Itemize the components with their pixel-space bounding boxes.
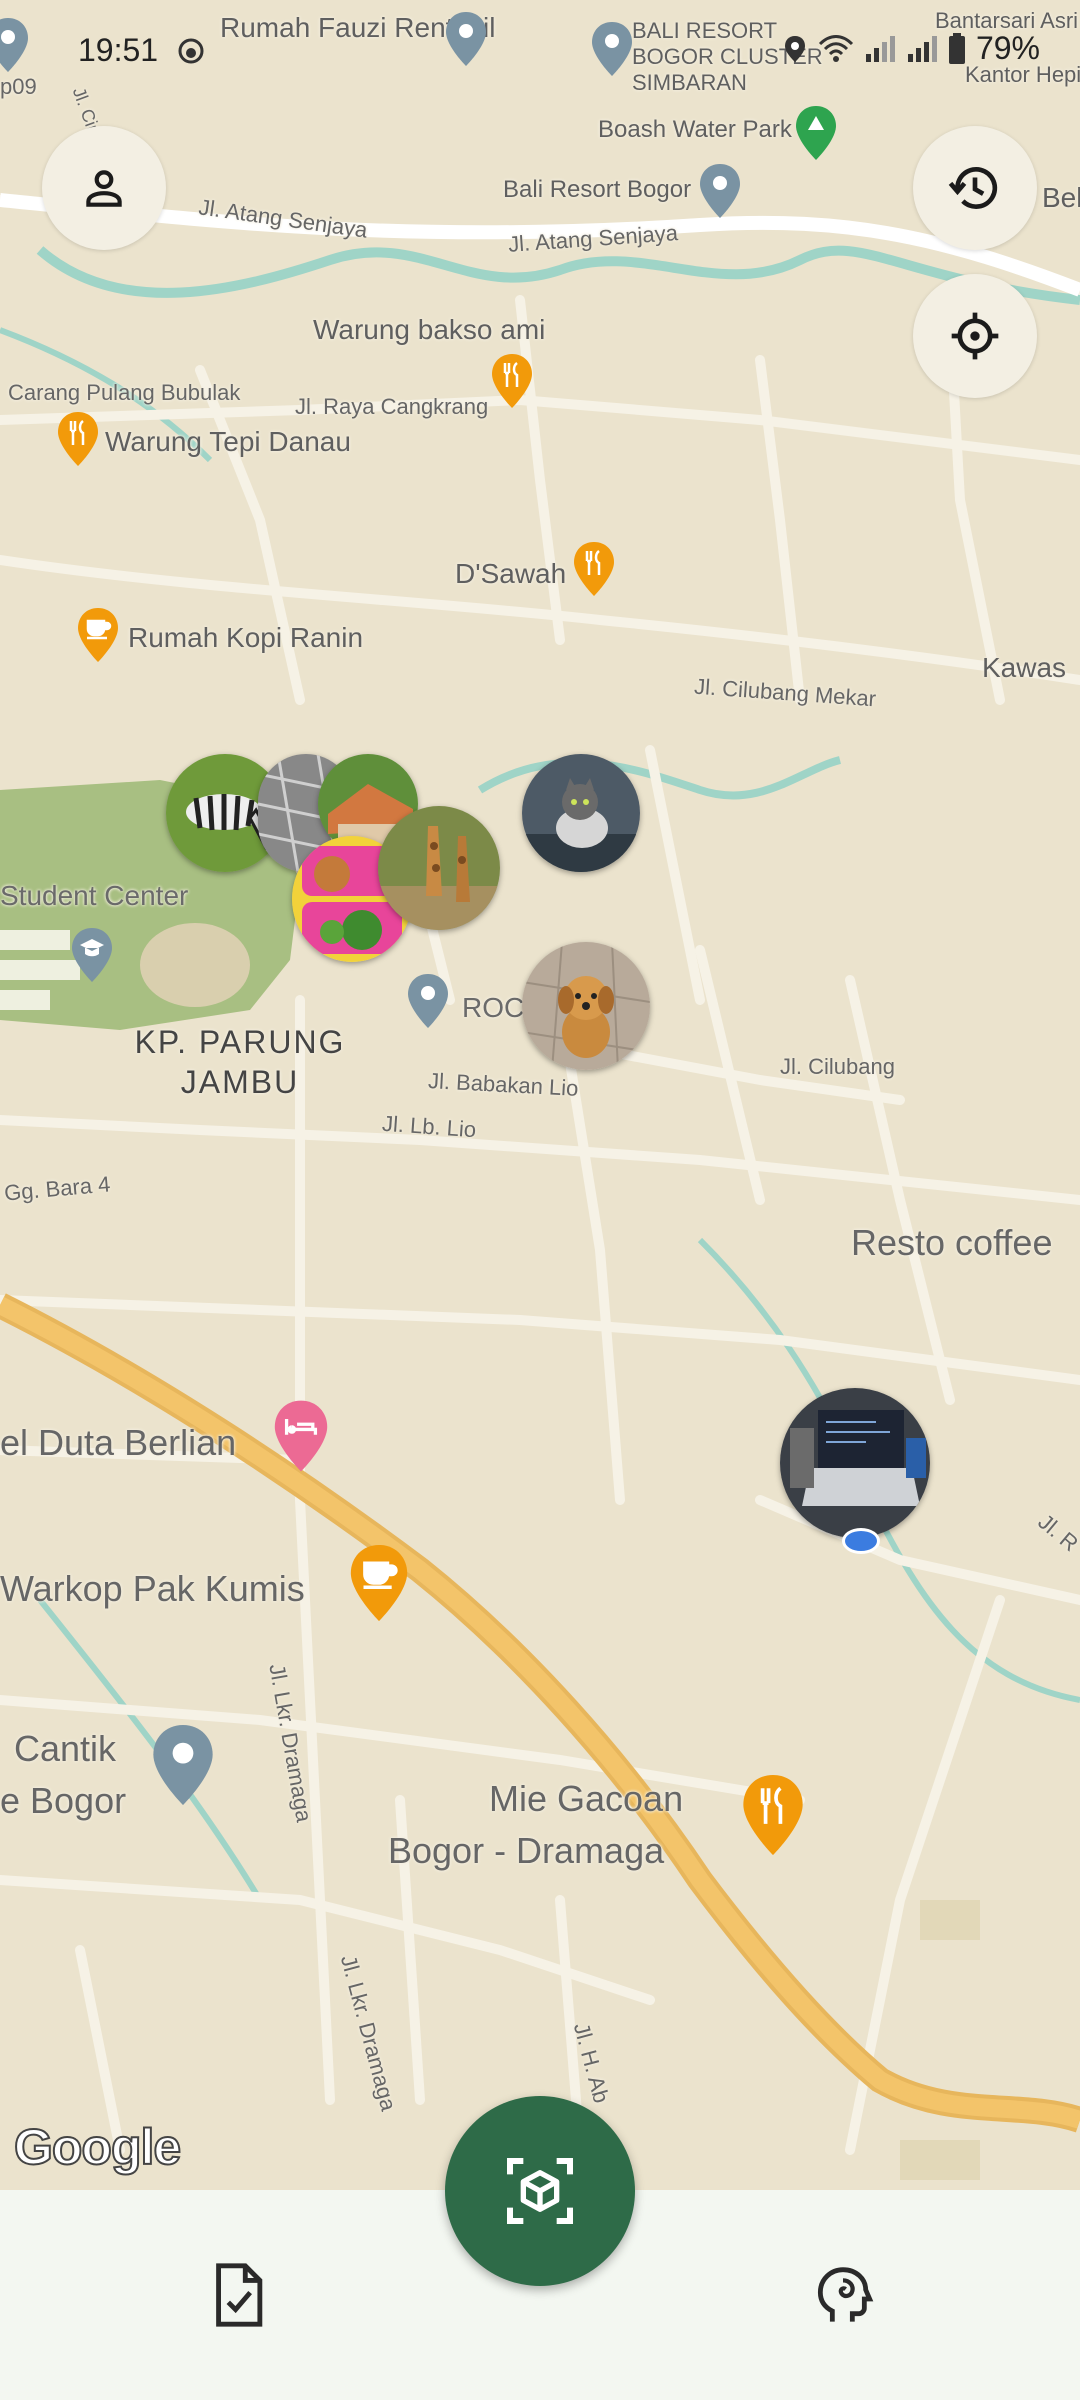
photo-marker-laptop[interactable] [780, 1388, 930, 1538]
poi-label: D'Sawah [455, 558, 567, 589]
street-label: Jl. Raya Cangkrang [295, 394, 489, 419]
scan-button[interactable] [445, 2096, 635, 2286]
puppy-photo-icon [522, 942, 650, 1070]
history-button[interactable] [913, 126, 1037, 250]
poi-label: Bogor - Dramaga [388, 1830, 665, 1871]
app-notification-icon [178, 38, 204, 64]
restaurant-pin-icon[interactable] [740, 1772, 806, 1858]
place-pin-icon[interactable] [698, 162, 742, 220]
poi-label: Boash Water Park [598, 116, 792, 143]
poi-label: Warung bakso ami [313, 314, 546, 345]
my-location-button[interactable] [913, 274, 1037, 398]
restaurant-pin-icon[interactable] [490, 352, 534, 410]
poi-label: Warkop Pak Kumis [0, 1568, 305, 1609]
history-icon [948, 166, 998, 209]
person-icon [86, 170, 122, 207]
photo-marker-puppy[interactable] [522, 942, 650, 1070]
status-bar: 19:51 79% [0, 0, 1080, 96]
signal-2-icon [907, 35, 937, 62]
place-pin-icon[interactable] [406, 972, 450, 1030]
battery-icon [948, 32, 965, 64]
signal-1-icon [865, 35, 895, 62]
poi-label: Bel [1042, 182, 1080, 213]
cafe-pin-icon[interactable] [76, 606, 120, 664]
google-attribution: Google [13, 2118, 182, 2176]
ar-scan-cube-icon [507, 2158, 573, 2224]
status-right: 79% [782, 30, 1040, 67]
laptop-photo-icon [780, 1388, 930, 1538]
poi-label: Student Center [0, 880, 189, 911]
location-status-icon [784, 35, 805, 62]
photo-marker-cat[interactable] [522, 754, 640, 872]
hotel-pin-icon[interactable] [272, 1398, 330, 1474]
wifi-icon [818, 34, 854, 62]
current-location-dot [842, 1528, 880, 1554]
status-time: 19:51 [78, 32, 159, 68]
school-pin-icon[interactable] [70, 926, 114, 984]
poi-label: e Bogor [0, 1780, 127, 1821]
poi-label: Cantik [14, 1728, 117, 1769]
park-pin-icon[interactable] [794, 104, 838, 162]
poi-label: Carang Pulang Bubulak [8, 380, 241, 405]
poi-label: Warung Tepi Danau [105, 426, 351, 457]
street-label: Jl. Cilubang [780, 1054, 895, 1079]
poi-label: ROC [462, 992, 525, 1023]
photo-marker-giraffe[interactable] [378, 806, 500, 930]
poi-label: Resto coffee [851, 1222, 1053, 1263]
psychology-head-icon [817, 2267, 874, 2322]
profile-button[interactable] [42, 126, 166, 250]
area-label: KP. PARUNG JAMBU [134, 1024, 346, 1100]
restaurant-pin-icon[interactable] [56, 410, 100, 468]
cat-photo-icon [522, 754, 640, 872]
poi-label: el Duta Berlian [0, 1422, 237, 1463]
battery-percent: 79% [975, 30, 1040, 66]
poi-label: Mie Gacoan [489, 1778, 684, 1819]
restaurant-pin-icon[interactable] [572, 540, 616, 598]
task-document-icon [216, 2263, 263, 2327]
giraffe-photo-icon [378, 806, 500, 930]
poi-label: Kawas [982, 652, 1067, 683]
tasks-nav-button[interactable] [198, 2255, 278, 2335]
place-pin-icon[interactable] [150, 1722, 216, 1808]
poi-label: Bali Resort Bogor [503, 176, 692, 203]
my-location-icon [951, 312, 999, 360]
insights-nav-button[interactable] [803, 2255, 883, 2335]
poi-label: Rumah Kopi Ranin [128, 622, 364, 653]
cafe-pin-icon[interactable] [348, 1542, 410, 1624]
